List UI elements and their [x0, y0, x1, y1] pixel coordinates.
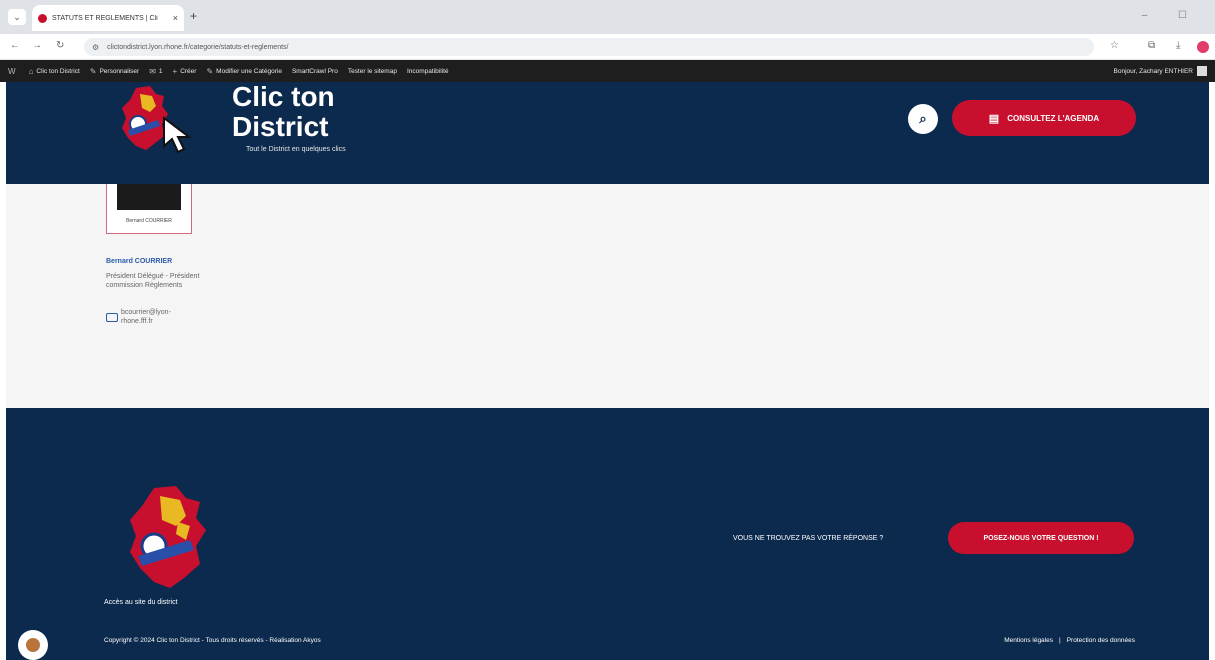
- admin-item-smartcrawl[interactable]: SmartCrawl Pro: [292, 68, 338, 75]
- agenda-label: CONSULTEZ L'AGENDA: [1007, 113, 1100, 123]
- admin-item-edit-category[interactable]: ✎ Modifier une Catégorie: [206, 67, 281, 76]
- browser-tab[interactable]: STATUTS ET RÈGLEMENTS | Cli ×: [32, 5, 184, 31]
- download-icon[interactable]: ⤓: [1176, 40, 1180, 51]
- person-photo-card: Bernard COURRIER: [106, 184, 192, 234]
- person-role: Président Délégué - Président commission…: [106, 273, 200, 289]
- calendar-icon: ▤: [988, 112, 1000, 125]
- agenda-button[interactable]: ▤ CONSULTEZ L'AGENDA: [952, 100, 1136, 136]
- user-avatar: [1197, 66, 1207, 76]
- district-logo-footer-icon: [130, 486, 206, 588]
- ask-question-button[interactable]: POSEZ-NOUS VOTRE QUESTION !: [948, 522, 1134, 554]
- profile-avatar[interactable]: [1197, 41, 1209, 53]
- person-photo: [117, 184, 181, 210]
- legal-links: Mentions légales | Protection des donnée…: [1004, 637, 1135, 644]
- extensions-icon[interactable]: ⧉: [1148, 40, 1155, 51]
- tab-search-icon[interactable]: ⌄: [8, 9, 26, 25]
- admin-item-new[interactable]: + Créer: [173, 67, 197, 76]
- search-icon: ⌕: [919, 111, 927, 126]
- back-icon[interactable]: ←: [10, 40, 20, 51]
- site-tagline: Tout le District en quelques clics: [246, 146, 346, 153]
- copyright-text: Copyright © 2024 Clic ton District - Tou…: [104, 637, 321, 644]
- comment-icon: ✉: [149, 66, 156, 76]
- admin-item-customize[interactable]: ✎ Personnaliser: [90, 67, 139, 76]
- legal-notice-link[interactable]: Mentions légales: [1004, 637, 1053, 644]
- site-title[interactable]: Clic ton District: [232, 82, 372, 142]
- admin-item-wordpress[interactable]: W: [8, 67, 19, 76]
- url-text: clictondistrict.lyon.rhone.fr/categorie/…: [107, 43, 289, 51]
- pencil-icon: ✎: [206, 66, 214, 76]
- wordpress-icon: W: [8, 66, 16, 76]
- data-protection-link[interactable]: Protection des données: [1067, 637, 1135, 644]
- tab-close-icon[interactable]: ×: [173, 13, 178, 23]
- district-site-link[interactable]: Accès au site du district: [104, 599, 178, 606]
- site-header: Clic ton District Tout le District en qu…: [6, 82, 1209, 184]
- tab-title: STATUTS ET RÈGLEMENTS | Cli: [52, 14, 158, 22]
- new-tab-icon[interactable]: +: [190, 9, 197, 23]
- pencil-icon: ✎: [89, 66, 97, 76]
- address-bar: ← → ↻ ⚙ clictondistrict.lyon.rhone.fr/ca…: [0, 34, 1215, 60]
- wp-admin-bar: W ⌂ Clic ton District ✎ Personnaliser ✉ 1 +…: [0, 60, 1215, 82]
- legal-separator: |: [1058, 637, 1061, 644]
- cookie-icon: [26, 638, 40, 652]
- admin-item-incompat[interactable]: Incompatibilité: [407, 68, 449, 75]
- question-text: VOUS NE TROUVEZ PAS VOTRE RÉPONSE ?: [733, 535, 884, 542]
- home-icon: ⌂: [28, 66, 34, 76]
- window-controls[interactable]: – ☐: [1142, 10, 1201, 21]
- main-content: Bernard COURRIER Bernard COURRIER Présid…: [6, 184, 1209, 408]
- person-name: Bernard COURRIER: [106, 258, 173, 265]
- mouse-cursor-icon: [163, 116, 192, 154]
- bookmark-star-icon[interactable]: ☆: [1110, 40, 1119, 51]
- forward-icon[interactable]: →: [32, 40, 42, 51]
- photo-caption: Bernard COURRIER: [126, 218, 172, 224]
- cookie-settings-button[interactable]: [18, 630, 48, 660]
- url-field[interactable]: ⚙ clictondistrict.lyon.rhone.fr/categori…: [84, 38, 1094, 56]
- email-icon: [106, 313, 118, 322]
- admin-item-site[interactable]: ⌂ Clic ton District: [29, 67, 80, 76]
- site-footer: Accès au site du district VOUS NE TROUVE…: [6, 408, 1209, 660]
- person-email-link[interactable]: bcourrier@lyon-rhone.fff.fr: [121, 308, 201, 326]
- favicon-icon: [38, 13, 47, 23]
- admin-item-sitemap[interactable]: Tester le sitemap: [348, 68, 397, 75]
- admin-item-comments[interactable]: ✉ 1: [149, 67, 162, 76]
- admin-user-menu[interactable]: Bonjour, Zachary ENTHIER: [1114, 60, 1207, 82]
- plus-icon: +: [172, 66, 178, 76]
- site-info-icon[interactable]: ⚙: [92, 43, 99, 52]
- browser-tab-bar: ⌄ STATUTS ET RÈGLEMENTS | Cli × + – ☐: [0, 0, 1215, 34]
- search-button[interactable]: ⌕: [908, 104, 938, 134]
- reload-icon[interactable]: ↻: [56, 40, 64, 51]
